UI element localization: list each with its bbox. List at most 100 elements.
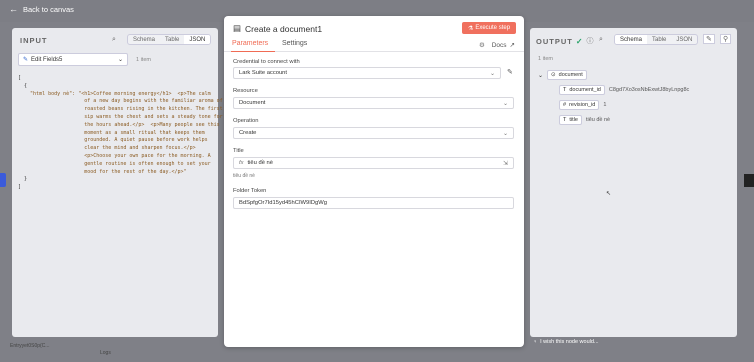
- string-type-icon: T: [563, 117, 567, 123]
- flask-icon: ⚗: [467, 25, 474, 32]
- json-line: grounded. A quiet pause before work help…: [18, 137, 208, 144]
- output-tab-json[interactable]: JSON: [671, 35, 697, 44]
- field-value: tiêu đề nè: [585, 117, 611, 123]
- success-check-icon: ✓: [575, 36, 584, 46]
- schema-key-tag: T title: [559, 115, 582, 125]
- json-line: of a new day begins with the familiar ar…: [18, 98, 223, 105]
- chevron-down-icon: ⌄: [117, 57, 123, 63]
- canvas-node-edge: [0, 173, 6, 187]
- json-line: ]: [18, 184, 22, 191]
- schema-key-tag: ⊙ document: [547, 70, 587, 80]
- edit-output-icon[interactable]: ✎: [703, 34, 715, 44]
- chevron-down-icon: ⌄: [489, 70, 495, 77]
- resource-label: Resource: [233, 88, 258, 94]
- back-to-canvas-button[interactable]: ← Back to canvas: [9, 4, 74, 15]
- output-tab-table[interactable]: Table: [647, 35, 671, 44]
- input-node-select-value: Edit Fields5: [31, 56, 63, 63]
- number-type-icon: #: [563, 102, 567, 108]
- search-icon[interactable]: ⌕: [599, 36, 603, 44]
- document-icon: ▤: [233, 23, 242, 33]
- chevron-down-icon: ⌄: [538, 72, 544, 79]
- search-icon[interactable]: ⌕: [112, 36, 116, 44]
- json-line: gentle routine is often enough to set yo…: [18, 160, 211, 167]
- json-line: roasted beans rising in the kitchen. The…: [18, 106, 223, 113]
- field-value: 1: [603, 102, 607, 108]
- title-preview: tiêu đề nè: [233, 173, 255, 179]
- tree-root[interactable]: ⌄ ⊙ document: [538, 70, 587, 80]
- output-panel-title: OUTPUT: [536, 36, 573, 46]
- chevron-down-icon: ⌄: [502, 130, 508, 137]
- tree-row-document-id[interactable]: T document_id C8gd7Xo3osNbExwtJ8byLnpg8c: [559, 85, 689, 95]
- back-label: Back to canvas: [23, 5, 74, 14]
- operation-value: Create: [239, 130, 257, 136]
- schema-key-tag: # revision_id: [559, 100, 600, 110]
- lightbulb-icon: ♀: [533, 339, 538, 345]
- gear-icon[interactable]: ⚙: [479, 41, 485, 49]
- resource-select[interactable]: Document ⌄: [233, 97, 514, 109]
- resource-value: Document: [239, 100, 266, 106]
- modal-header: ▤ Create a document1: [233, 23, 322, 34]
- arrow-left-icon: ←: [9, 4, 18, 14]
- tab-parameters[interactable]: Parameters: [232, 40, 268, 47]
- modal-tabs: Parameters Settings ⚙ Docs ↗: [224, 38, 524, 52]
- modal-title[interactable]: Create a document1: [245, 24, 322, 34]
- output-item-count: 1 item: [538, 56, 553, 62]
- expand-icon[interactable]: ⇲: [503, 160, 508, 167]
- input-node-select[interactable]: ✎ Edit Fields5 ⌄: [18, 53, 128, 66]
- execute-step-button[interactable]: ⚗ Execute step: [462, 22, 516, 34]
- credential-select[interactable]: Lark Suite account ⌄: [233, 67, 501, 79]
- input-tab-table[interactable]: Table: [160, 35, 184, 44]
- output-tab-schema[interactable]: Schema: [615, 35, 648, 44]
- operation-select[interactable]: Create ⌄: [233, 127, 514, 139]
- field-key: title: [569, 117, 578, 123]
- input-panel-title: INPUT: [20, 36, 48, 45]
- input-tab-json[interactable]: JSON: [184, 35, 211, 44]
- output-view-toggle: Schema Table JSON: [614, 34, 699, 45]
- execute-step-label: Execute step: [475, 25, 511, 31]
- active-tab-indicator: [231, 50, 275, 52]
- feedback-link[interactable]: ♀ I wish this node would...: [533, 339, 599, 345]
- credential-value: Lark Suite account: [239, 70, 288, 76]
- json-line: the hours ahead.</p> <p>Many people see …: [18, 121, 220, 128]
- json-line: clear the mind and sharpen focus.</p>: [18, 145, 196, 152]
- field-key: revision_id: [569, 102, 596, 108]
- json-line: "html body nè": "<h1>Coffee morning ener…: [18, 90, 211, 97]
- schema-key-tag: T document_id: [559, 85, 605, 95]
- input-view-toggle: Schema Table JSON: [127, 34, 212, 45]
- root-key: document: [558, 72, 583, 78]
- output-panel: OUTPUT ✓ ⓘ ⌕ Schema Table JSON ✎ ⚲ 1 ite…: [530, 28, 737, 337]
- tree-row-title[interactable]: T title tiêu đề nè: [559, 115, 610, 125]
- input-item-count: 1 item: [136, 57, 151, 63]
- title-value: tiêu đề nè: [247, 160, 273, 166]
- title-label: Title: [233, 148, 244, 154]
- canvas-node-label: Entryyet0S0p(C...: [10, 343, 50, 349]
- tab-settings[interactable]: Settings: [282, 40, 307, 47]
- tree-row-revision-id[interactable]: # revision_id 1: [559, 100, 606, 110]
- chevron-down-icon: ⌄: [502, 100, 508, 107]
- json-line: sip warms the chest and sets a steady to…: [18, 113, 223, 120]
- folder-token-label: Folder Token: [233, 188, 267, 194]
- operation-label: Operation: [233, 118, 259, 124]
- input-panel: INPUT ⌕ Schema Table JSON ✎ Edit Fields5…: [12, 28, 223, 337]
- mouse-cursor-icon: ↖: [606, 191, 612, 197]
- docs-label: Docs: [491, 41, 507, 49]
- json-line: {: [18, 82, 28, 89]
- field-value: C8gd7Xo3osNbExwtJ8byLnpg8c: [608, 87, 690, 93]
- field-key: document_id: [569, 87, 601, 93]
- object-icon: ⊙: [551, 72, 556, 78]
- logs-tab[interactable]: Logs: [100, 350, 111, 356]
- input-tab-schema[interactable]: Schema: [128, 35, 160, 44]
- folder-token-value: BdSpfgOr7Id15yd45hCIW9IDgWg: [239, 200, 327, 206]
- pin-icon[interactable]: ⚲: [720, 34, 732, 44]
- json-line: mood for the rest of the day.</p>": [18, 168, 187, 175]
- string-type-icon: T: [563, 87, 567, 93]
- output-panel-header: OUTPUT ✓ ⓘ: [536, 36, 595, 46]
- edit-credential-icon[interactable]: ✎: [507, 68, 513, 76]
- fx-badge: fx: [239, 160, 244, 166]
- feedback-label: I wish this node would...: [540, 339, 599, 345]
- external-link-icon: ↗: [509, 42, 515, 49]
- title-input[interactable]: fx tiêu đề nè ⇲: [233, 157, 514, 169]
- docs-link[interactable]: Docs ↗: [491, 41, 515, 50]
- info-icon: ⓘ: [586, 38, 595, 45]
- folder-token-input[interactable]: BdSpfgOr7Id15yd45hCIW9IDgWg: [233, 197, 514, 209]
